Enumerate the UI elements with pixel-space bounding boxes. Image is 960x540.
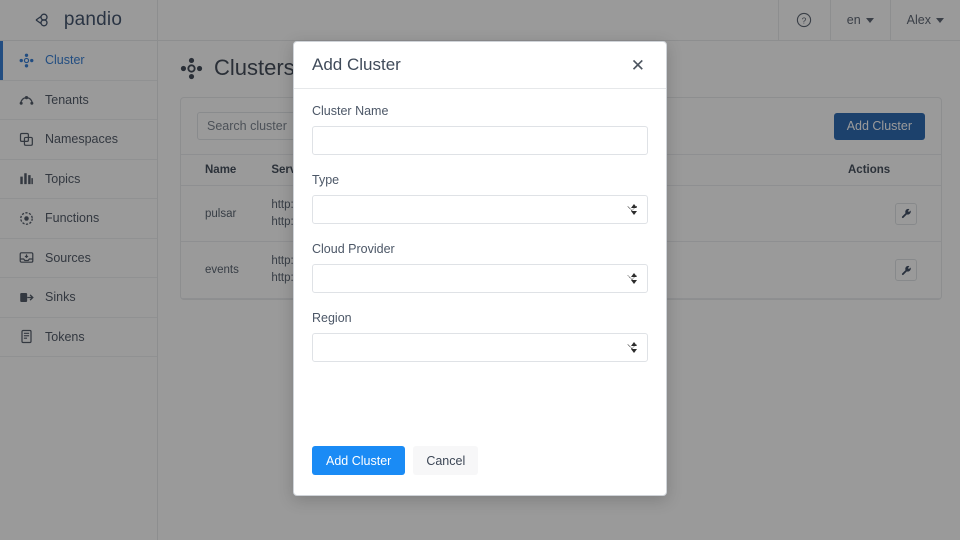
cluster-name-input[interactable] [312, 126, 648, 155]
field-label: Type [312, 173, 340, 187]
field-region: Region [312, 311, 648, 362]
app-root: pandio ? en Alex Cluster Tenants Namespa… [0, 0, 960, 540]
cloud-provider-select[interactable] [312, 264, 648, 293]
modal-footer: Add Cluster Cancel [294, 440, 666, 495]
type-select-wrapper [312, 195, 648, 224]
field-label: Cloud Provider [312, 242, 395, 256]
close-icon[interactable]: ✕ [628, 55, 648, 76]
field-cloud-provider: Cloud Provider [312, 242, 648, 293]
field-type: Type [312, 173, 648, 224]
modal-header: Add Cluster ✕ [294, 42, 666, 89]
modal-title: Add Cluster [312, 55, 401, 74]
modal-body: Cluster Name Type Cloud Provider Region [294, 89, 666, 440]
type-select[interactable] [312, 195, 648, 224]
field-label: Cluster Name [312, 104, 389, 118]
add-cluster-modal: Add Cluster ✕ Cluster Name Type Cloud Pr… [293, 41, 667, 496]
field-label: Region [312, 311, 352, 325]
modal-cancel-button[interactable]: Cancel [413, 446, 479, 475]
field-cluster-name: Cluster Name [312, 104, 648, 155]
modal-submit-button[interactable]: Add Cluster [312, 446, 406, 475]
region-select-wrapper [312, 333, 648, 362]
region-select[interactable] [312, 333, 648, 362]
cloud-provider-select-wrapper [312, 264, 648, 293]
